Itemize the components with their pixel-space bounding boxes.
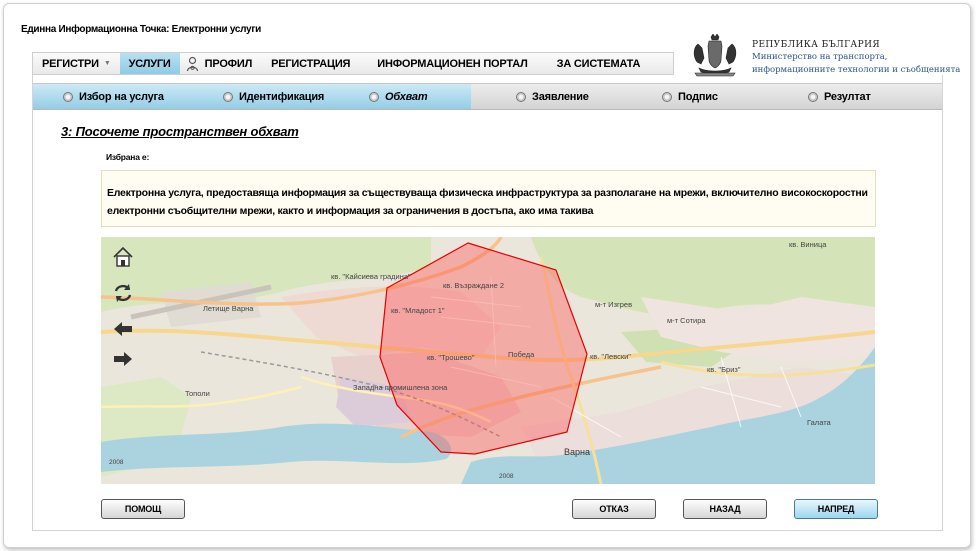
nav-item-label: ИНФОРМАЦИОНЕН ПОРТАЛ <box>377 57 528 70</box>
nav-item-label: УСЛУГИ <box>128 57 171 70</box>
map-label: кв. "Бриз" <box>707 365 741 374</box>
step-result[interactable]: Резултат <box>808 84 871 109</box>
radio-icon <box>369 91 379 102</box>
map-label: кв. "Младост 1" <box>391 306 445 315</box>
pan-right-icon[interactable] <box>111 347 135 371</box>
user-icon <box>186 56 198 71</box>
step-label: Избор на услуга <box>79 90 164 103</box>
step-label: Подпис <box>678 90 718 103</box>
nav-item-registration[interactable]: РЕГИСТРАЦИЯ <box>261 53 359 74</box>
home-icon[interactable] <box>111 245 135 269</box>
nav-item-label: ЗА СИСТЕМАТА <box>556 57 641 70</box>
map-label: 2008 <box>499 473 514 480</box>
map-view[interactable]: кв. Виница кв. "Кайсиева градина" кв. Въ… <box>101 237 875 484</box>
map-label: кв. "Кайсиева градина" <box>331 272 411 281</box>
nav-item-info-portal[interactable]: ИНФОРМАЦИОНЕН ПОРТАЛ <box>359 53 536 74</box>
step-label: Идентификация <box>239 90 325 103</box>
section-title: 3: Посочете пространствен обхват <box>61 124 299 139</box>
map-label: Тополи <box>185 389 210 398</box>
map-label: Варна <box>564 447 590 457</box>
step-label: Резултат <box>824 90 871 103</box>
nav-item-label: РЕГИСТРИ <box>42 57 99 70</box>
map-label: кв. Възраждане 2 <box>443 281 504 290</box>
step-identification[interactable]: Идентификация <box>223 84 324 109</box>
chevron-down-icon: ▼ <box>103 60 111 67</box>
radio-icon <box>223 91 233 102</box>
map-label: м-т Сотира <box>667 316 706 325</box>
map-label: Галата <box>807 418 832 427</box>
nav-item-services[interactable]: УСЛУГИ <box>119 53 180 74</box>
radio-icon <box>808 91 818 102</box>
map-label: кв. Виница <box>789 240 827 249</box>
ministry-name-line-2: информационните технологии и съобщенията <box>752 65 961 75</box>
step-application[interactable]: Заявление <box>516 84 589 109</box>
map-canvas[interactable]: кв. Виница кв. "Кайсиева градина" кв. Въ… <box>101 237 875 484</box>
map-label: кв. "Левски" <box>590 352 631 361</box>
nav-item-registers[interactable]: РЕГИСТРИ ▼ <box>33 53 120 74</box>
refresh-icon[interactable] <box>111 281 135 305</box>
radio-icon <box>662 91 672 102</box>
nav-item-profile[interactable]: ПРОФИЛ <box>180 53 261 74</box>
map-label: Победа <box>508 350 535 359</box>
radio-icon <box>516 91 526 102</box>
ministry-branding: РЕПУБЛИКА БЪЛГАРИЯ Министерство на транс… <box>689 34 960 78</box>
next-button[interactable]: НАПРЕД <box>794 499 878 519</box>
top-navigation: РЕГИСТРИ ▼ УСЛУГИ ПРОФИЛ РЕГИСТРАЦИЯ ИНФ… <box>32 52 674 75</box>
republic-name: РЕПУБЛИКА БЪЛГАРИЯ <box>752 40 881 50</box>
nav-item-about-system[interactable]: ЗА СИСТЕМАТА <box>537 53 650 74</box>
map-label: 2008 <box>109 459 124 466</box>
radio-icon <box>63 91 73 102</box>
pan-left-icon[interactable] <box>111 317 135 341</box>
map-label: кв. "Трошево" <box>427 353 475 362</box>
step-label: Обхват <box>385 90 428 103</box>
selected-service-label: Избрана е: <box>106 152 150 162</box>
ministry-name-line-1: Министерство на транспорта, <box>752 52 888 62</box>
map-label: Западна промишлена зона <box>353 383 448 392</box>
step-scope[interactable]: Обхват <box>369 84 428 109</box>
map-label: м-т Изгрев <box>595 300 632 309</box>
app-title: Единна Информационна Точка: Електронни у… <box>21 24 262 35</box>
back-button[interactable]: НАЗАД <box>683 499 767 519</box>
nav-item-label: РЕГИСТРАЦИЯ <box>271 57 351 70</box>
help-button[interactable]: ПОМОЩ <box>101 499 185 519</box>
step-choose-service[interactable]: Избор на услуга <box>63 84 164 109</box>
step-label: Заявление <box>532 90 589 103</box>
step-signature[interactable]: Подпис <box>662 84 718 109</box>
coat-of-arms-icon <box>693 34 737 77</box>
nav-item-label: ПРОФИЛ <box>204 57 253 70</box>
cancel-button[interactable]: ОТКАЗ <box>572 499 656 519</box>
wizard-steps: Избор на услуга Идентификация Обхват Зая… <box>33 83 942 110</box>
selected-service-description: Електронна услуга, предоставяща информац… <box>101 170 876 227</box>
map-label: Летище Варна <box>203 304 254 313</box>
